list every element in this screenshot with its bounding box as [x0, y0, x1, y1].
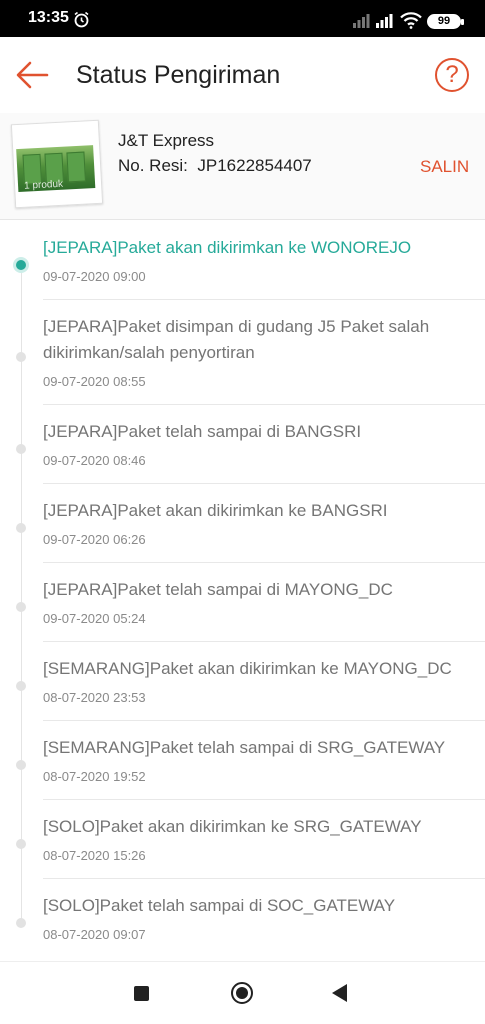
- help-label: ?: [445, 61, 459, 88]
- back-icon[interactable]: [332, 984, 347, 1002]
- timeline-entry: [SOLO]Paket telah sampai di SOC_GATEWAY 0…: [0, 879, 485, 958]
- timeline-status-text: [SOLO]Paket akan dikirimkan ke SRG_GATEW…: [43, 817, 422, 836]
- wifi-icon: [400, 12, 422, 29]
- timeline-status-text: [SEMARANG]Paket akan dikirimkan ke MAYON…: [43, 659, 452, 678]
- timeline-timestamp: 09-07-2020 08:55: [43, 374, 146, 389]
- page-title: Status Pengiriman: [76, 61, 281, 89]
- timeline-timestamp: 08-07-2020 23:53: [43, 690, 146, 705]
- timeline-dot: [16, 523, 26, 533]
- arrow-left-icon[interactable]: [14, 59, 50, 91]
- timeline-entry: [SOLO]Paket akan dikirimkan ke SRG_GATEW…: [0, 800, 485, 879]
- timeline-dot: [16, 444, 26, 454]
- timeline-status-text: [JEPARA]Paket telah sampai di MAYONG_DC: [43, 580, 393, 599]
- help-icon[interactable]: ?: [435, 58, 469, 92]
- navigation-bar: [0, 961, 485, 1024]
- signal-icon: [376, 14, 393, 28]
- tracking-timeline: [JEPARA]Paket akan dikirimkan ke WONOREJ…: [0, 221, 485, 961]
- timeline-timestamp: 09-07-2020 06:26: [43, 532, 146, 547]
- timeline-entry: [JEPARA]Paket telah sampai di MAYONG_DC 0…: [0, 563, 485, 642]
- timeline-dot: [16, 760, 26, 770]
- tracking-number: JP1622854407: [197, 156, 312, 175]
- signal-icon: [353, 14, 370, 28]
- timeline-timestamp: 08-07-2020 15:26: [43, 848, 146, 863]
- battery-level: 99: [437, 15, 451, 27]
- status-bar: 13:35 99: [0, 0, 485, 37]
- timeline-status-text: [SOLO]Paket telah sampai di SOC_GATEWAY: [43, 896, 396, 915]
- timeline-dot: [16, 352, 26, 362]
- timeline-timestamp: 09-07-2020 08:46: [43, 453, 146, 468]
- alarm-icon: [74, 11, 89, 28]
- product-thumbnail[interactable]: 1 produk: [10, 119, 104, 209]
- timeline-dot: [16, 602, 26, 612]
- timeline-entry: [SEMARANG]Paket telah sampai di SRG_GATE…: [0, 721, 485, 800]
- tracking-number-label: No. Resi:: [118, 156, 188, 175]
- status-time: 13:35: [28, 9, 69, 26]
- timeline-dot: [16, 839, 26, 849]
- timeline-dot-active: [16, 260, 26, 270]
- timeline-entry: [SEMARANG]Paket akan dikirimkan ke MAYON…: [0, 642, 485, 721]
- timeline-timestamp: 08-07-2020 19:52: [43, 769, 146, 784]
- timeline-status-text: [JEPARA]Paket disimpan di gudang J5 Pake…: [43, 317, 430, 362]
- copy-button[interactable]: SALIN: [420, 157, 469, 177]
- battery-icon: 99: [427, 14, 464, 29]
- timeline-entry: [JEPARA]Paket disimpan di gudang J5 Pake…: [0, 300, 485, 405]
- timeline-status-text: [JEPARA]Paket akan dikirimkan ke BANGSRI: [43, 501, 388, 520]
- timeline-status-text: [SEMARANG]Paket telah sampai di SRG_GATE…: [43, 738, 446, 757]
- tracking-number-row: No. Resi: JP1622854407: [118, 156, 312, 176]
- timeline-entry: [JEPARA]Paket akan dikirimkan ke WONOREJ…: [0, 221, 485, 300]
- timeline-status-text: [JEPARA]Paket telah sampai di BANGSRI: [43, 422, 362, 441]
- timeline-status-text: [JEPARA]Paket akan dikirimkan ke WONOREJ…: [43, 238, 412, 257]
- product-image: 1 produk: [16, 145, 96, 193]
- timeline-entry: [JEPARA]Paket telah sampai di BANGSRI 09-…: [0, 405, 485, 484]
- timeline-timestamp: 08-07-2020 09:07: [43, 927, 146, 942]
- app-header: Status Pengiriman ?: [0, 37, 485, 113]
- timeline-entry: [JEPARA]Paket akan dikirimkan ke BANGSRI…: [0, 484, 485, 563]
- shipment-card: 1 produk J&T Express No. Resi: JP1622854…: [0, 113, 485, 220]
- recent-apps-icon[interactable]: [134, 986, 149, 1001]
- product-count: 1 produk: [23, 178, 64, 192]
- timeline-timestamp: 09-07-2020 05:24: [43, 611, 146, 626]
- home-icon[interactable]: [231, 982, 253, 1004]
- timeline-dot: [16, 681, 26, 691]
- courier-name: J&T Express: [118, 131, 215, 150]
- timeline-timestamp: 09-07-2020 09:00: [43, 269, 146, 284]
- timeline-dot: [16, 918, 26, 928]
